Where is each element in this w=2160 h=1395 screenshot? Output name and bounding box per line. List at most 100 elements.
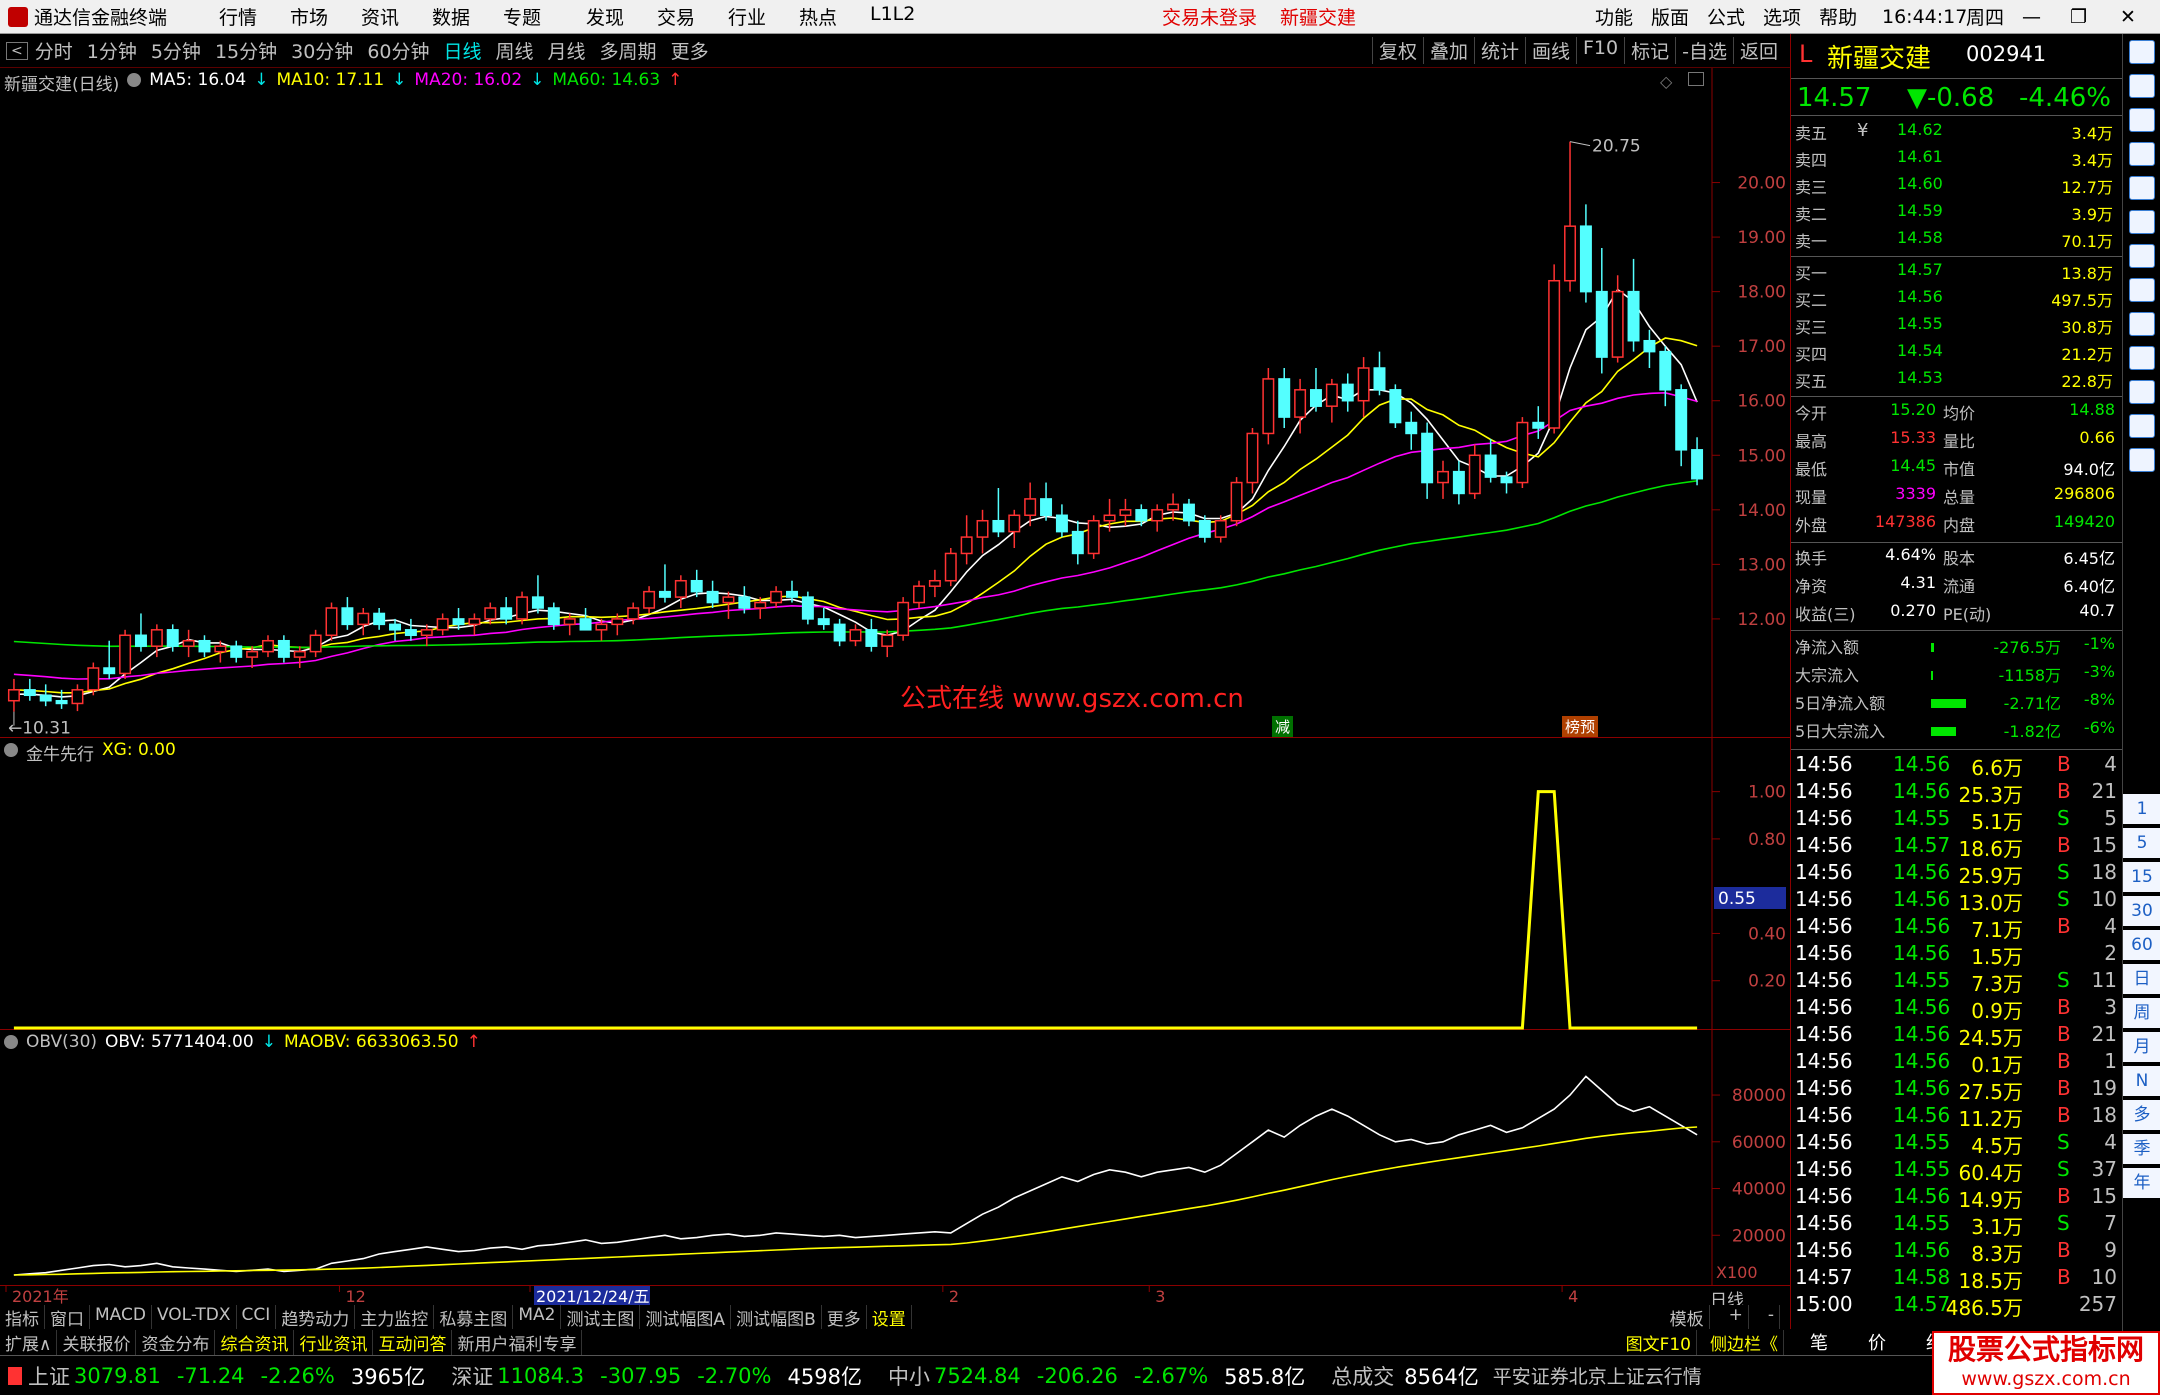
menu-item-6[interactable]: 交易 (657, 3, 728, 30)
candle[interactable] (39, 684, 52, 707)
tick-list[interactable]: 14:56 14.56 6.6万 B 4 14:56 14.56 25.3万 B 21 14:56 1… (1791, 752, 2123, 1352)
right-menu-item-1[interactable]: 版面 (1651, 3, 1689, 30)
book-row[interactable]: 卖三 14.60 12.7万 (1791, 174, 2121, 201)
candle[interactable] (1579, 204, 1592, 303)
candle[interactable] (992, 488, 1005, 538)
candle[interactable] (1627, 258, 1640, 352)
right-menu-item-4[interactable]: 帮助 (1819, 3, 1857, 30)
candle[interactable] (1182, 498, 1195, 527)
template-button-0[interactable]: 模板 (1665, 1304, 1710, 1330)
candle[interactable] (230, 640, 243, 663)
candle[interactable] (833, 618, 846, 647)
candle[interactable] (389, 618, 402, 641)
candle[interactable] (262, 635, 274, 658)
candle[interactable] (1040, 482, 1053, 521)
candle[interactable] (1691, 437, 1704, 486)
period-tab-0[interactable]: 分时 (28, 37, 80, 64)
menu-item-4[interactable]: 专题 (503, 3, 586, 30)
candle[interactable] (1500, 471, 1513, 494)
tick-row[interactable]: 14:56 14.55 4.5万 S 4 (1791, 1130, 2121, 1158)
link-right-0[interactable]: 图文F10 (1621, 1329, 1697, 1355)
candle[interactable] (198, 635, 211, 658)
menu-item-8[interactable]: 热点 (799, 3, 870, 30)
candle[interactable] (277, 635, 290, 663)
period-tab-1[interactable]: 1分钟 (80, 37, 144, 64)
candle[interactable] (928, 569, 941, 598)
window-minimize-button[interactable]: — (2022, 6, 2041, 28)
candle[interactable] (849, 624, 862, 647)
sidebar-period-6[interactable]: 年 (2123, 1168, 2160, 1198)
candle[interactable] (531, 575, 544, 614)
candle[interactable] (658, 564, 671, 603)
up-arrow-icon[interactable] (2129, 40, 2155, 64)
book-row[interactable]: 买三 14.55 30.8万 (1791, 314, 2121, 341)
menu-item-1[interactable]: 市场 (290, 3, 361, 30)
tick-row[interactable]: 14:56 14.56 25.9万 S 18 (1791, 860, 2121, 888)
menu-item-0[interactable]: 行情 (219, 3, 290, 30)
period-tab-4[interactable]: 30分钟 (284, 37, 360, 64)
quote-tab-1[interactable]: 价 (1868, 1329, 1886, 1355)
book-row[interactable]: 卖二 14.59 3.9万 (1791, 201, 2121, 228)
tick-row[interactable]: 14:56 14.55 60.4万 S 37 (1791, 1157, 2121, 1185)
indicator-tab-7[interactable]: 私募主图 (434, 1304, 514, 1330)
tick-row[interactable]: 14:56 14.56 27.5万 B 19 (1791, 1076, 2121, 1104)
fs-icon[interactable] (2129, 414, 2155, 438)
tool-button-1[interactable]: 叠加 (1422, 37, 1474, 64)
candle[interactable] (293, 646, 306, 668)
period-tab-9[interactable]: 多周期 (593, 37, 664, 64)
candle[interactable] (1405, 411, 1418, 450)
tick-row[interactable]: 14:56 14.57 18.6万 B 15 (1791, 833, 2121, 861)
candle[interactable] (1421, 422, 1434, 499)
link-tab-4[interactable]: 行业资讯 (294, 1329, 374, 1355)
candle[interactable] (1643, 329, 1656, 368)
f10-icon[interactable] (2129, 278, 2155, 302)
candle[interactable] (897, 597, 910, 641)
tick-row[interactable]: 14:57 14.58 18.5万 B 10 (1791, 1265, 2121, 1293)
candle[interactable] (1230, 477, 1243, 527)
sidebar-num-3[interactable]: 30 (2123, 896, 2160, 926)
pen-icon[interactable] (2129, 380, 2155, 404)
template-button-1[interactable]: + (1724, 1304, 1749, 1330)
candle[interactable] (1151, 504, 1164, 532)
candle[interactable] (1309, 368, 1322, 412)
candle[interactable] (420, 624, 433, 647)
candle[interactable] (373, 608, 386, 630)
period-tab-5[interactable]: 60分钟 (360, 37, 436, 64)
period-tab-8[interactable]: 月线 (541, 37, 593, 64)
candle[interactable] (1055, 504, 1068, 538)
candle[interactable] (1389, 384, 1402, 428)
tick-row[interactable]: 14:56 14.55 5.1万 S 5 (1791, 806, 2121, 834)
tick-row[interactable]: 14:56 14.56 7.1万 B 4 (1791, 914, 2121, 942)
menu-item-7[interactable]: 行业 (728, 3, 799, 30)
candle[interactable] (436, 613, 449, 636)
move-icon[interactable] (2129, 346, 2155, 370)
indicator-tab-9[interactable]: 测试主图 (561, 1304, 641, 1330)
indicator-tab-2[interactable]: MACD (90, 1304, 152, 1330)
candle[interactable] (71, 684, 84, 712)
book-row[interactable]: 买五 14.53 22.8万 (1791, 368, 2121, 395)
candle[interactable] (516, 591, 529, 625)
indicator-tab-3[interactable]: VOL-TDX (152, 1304, 237, 1330)
tick-row[interactable]: 14:56 14.56 6.6万 B 4 (1791, 752, 2121, 780)
tick-row[interactable]: 14:56 14.55 7.3万 S 11 (1791, 968, 2121, 996)
tick-row[interactable]: 14:56 14.56 24.5万 B 21 (1791, 1022, 2121, 1050)
candle[interactable] (1357, 357, 1370, 418)
menu-item-3[interactable]: 数据 (432, 3, 503, 30)
candle[interactable] (1008, 509, 1021, 548)
indicator-tab-13[interactable]: 设置 (867, 1304, 912, 1330)
collapse-icon[interactable]: < (6, 41, 28, 60)
list-icon[interactable] (2129, 108, 2155, 132)
candle[interactable] (1278, 368, 1291, 428)
candle[interactable] (500, 597, 513, 625)
candle[interactable] (150, 624, 163, 658)
candle[interactable] (944, 548, 957, 587)
chart-icon[interactable] (2129, 142, 2155, 166)
candle[interactable] (1325, 378, 1338, 423)
candle[interactable] (1468, 444, 1481, 499)
tick-row[interactable]: 14:56 14.56 13.0万 S 10 (1791, 887, 2121, 915)
candle[interactable] (1532, 406, 1545, 439)
sidebar-num-4[interactable]: 60 (2123, 930, 2160, 960)
candle[interactable] (341, 597, 354, 630)
candle[interactable] (357, 608, 370, 636)
indicator-tab-5[interactable]: 趋势动力 (276, 1304, 356, 1330)
